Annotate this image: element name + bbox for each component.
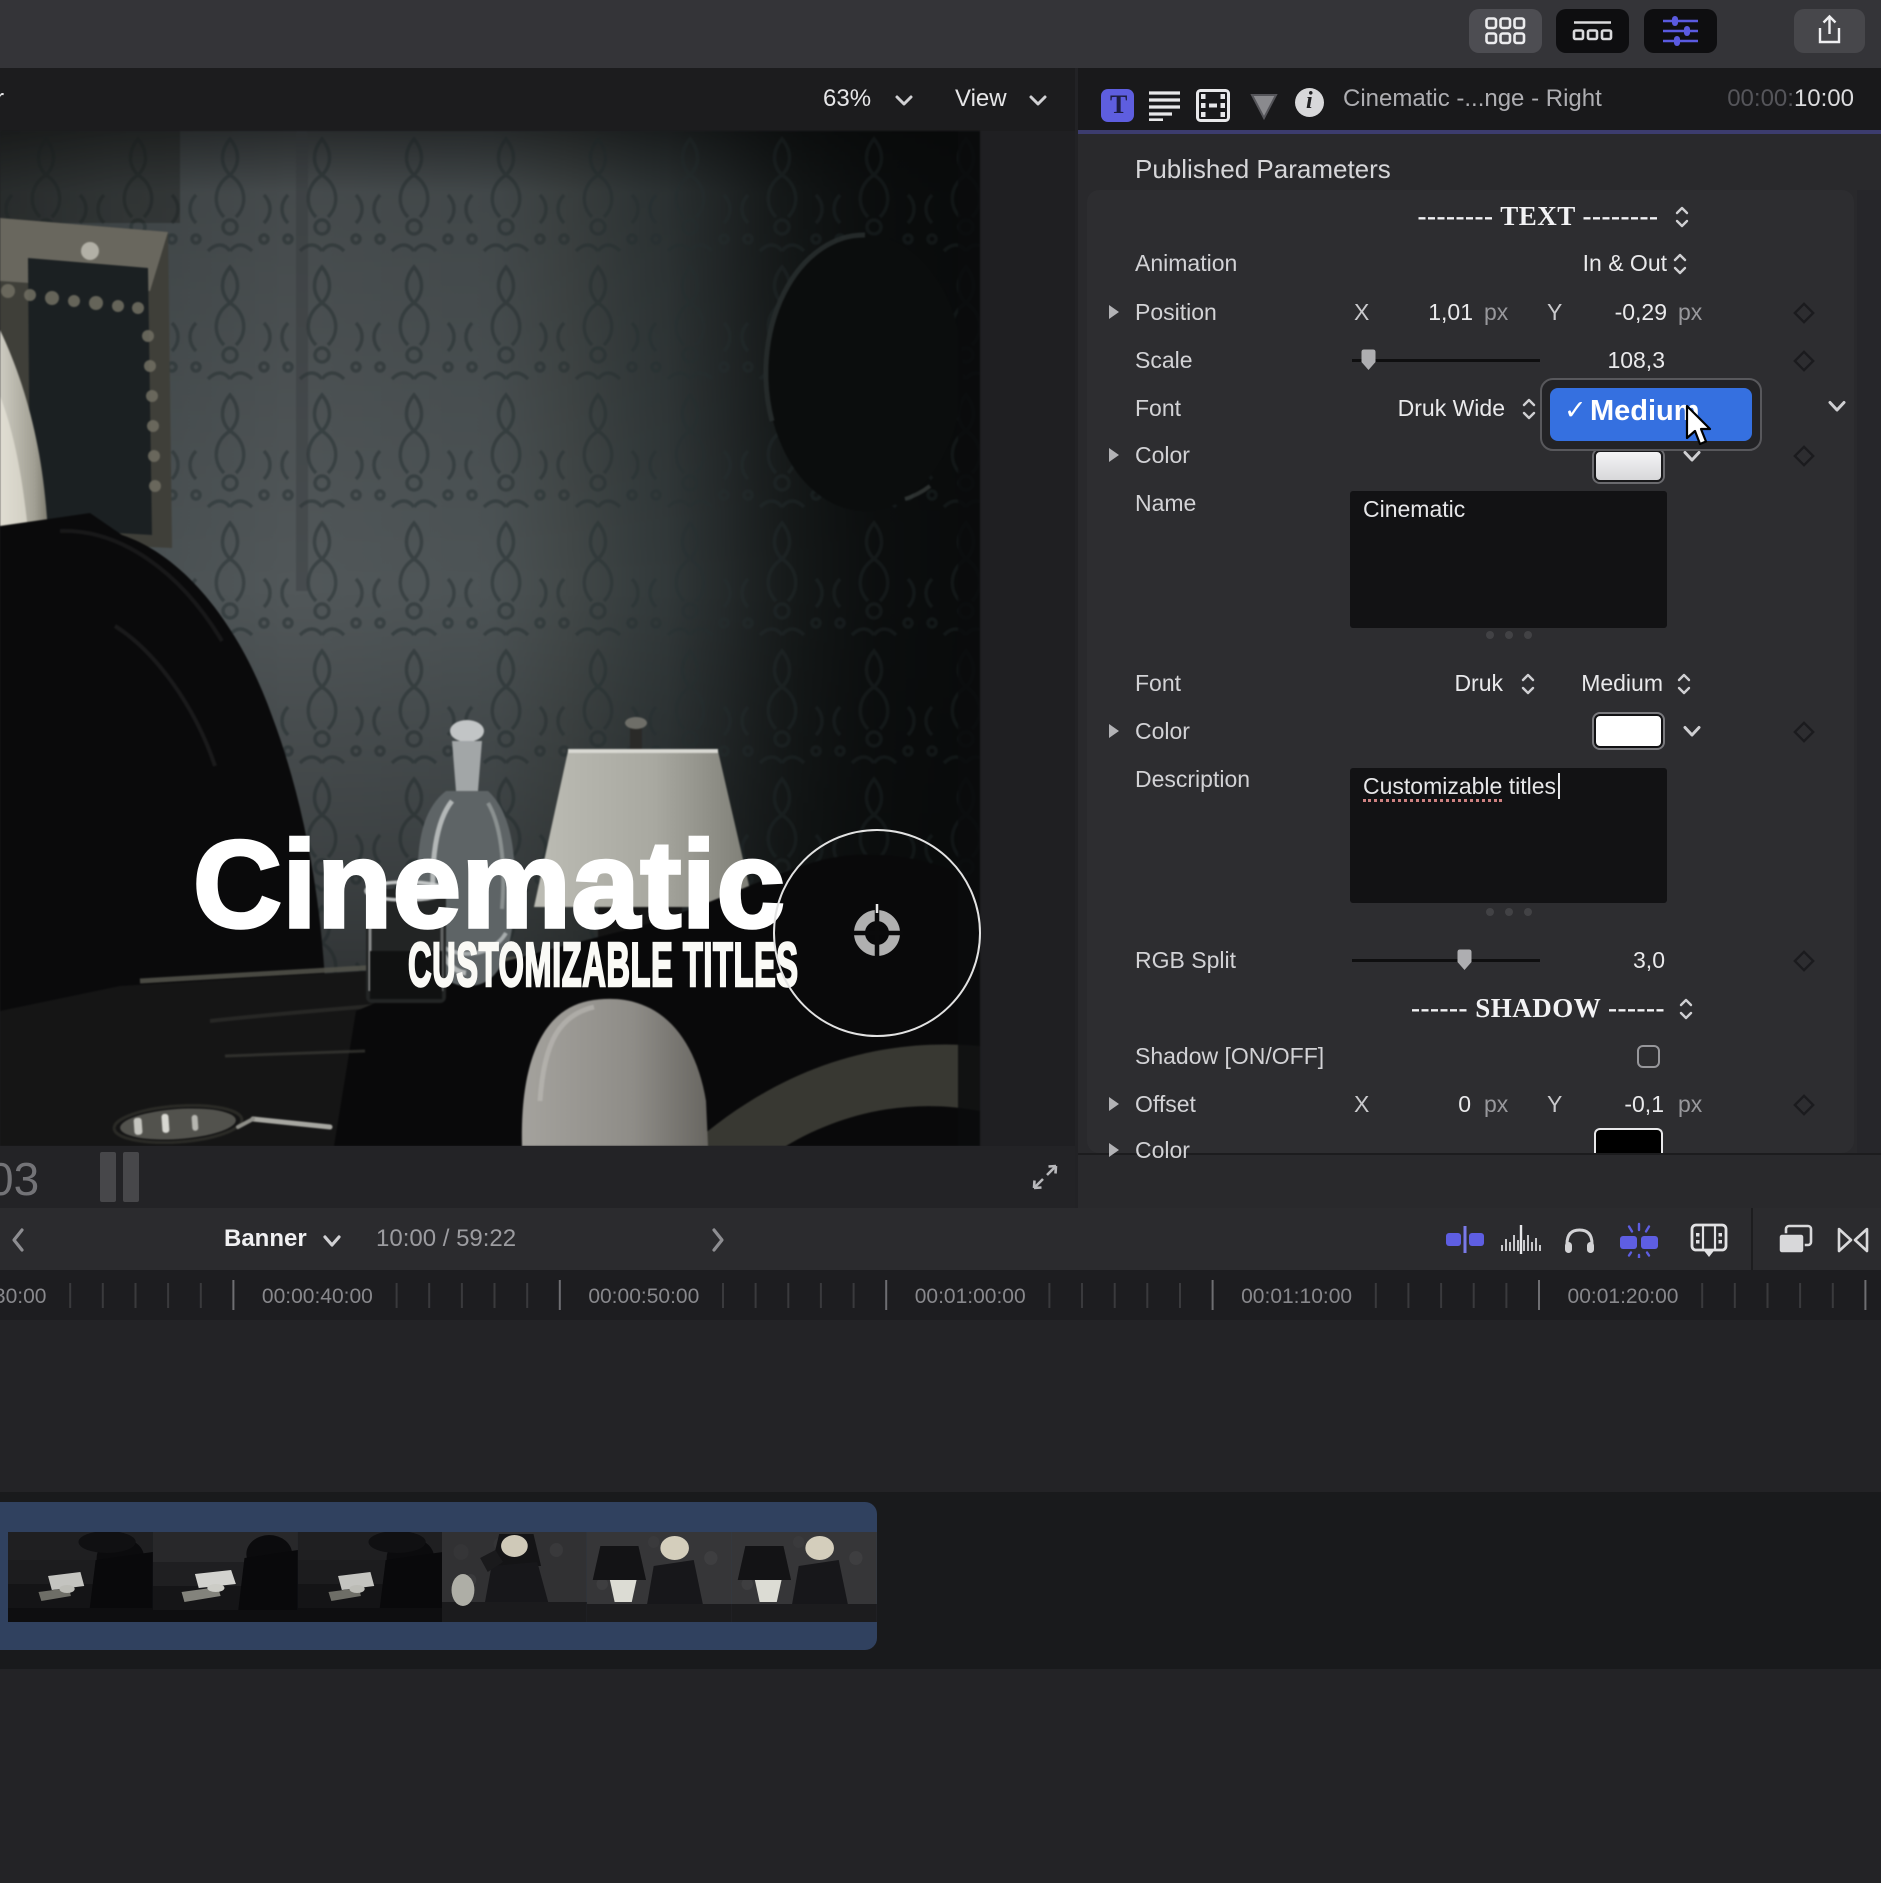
svg-text:00:01:10:00: 00:01:10:00 <box>1241 1285 1352 1308</box>
svg-text:00:00:50:00: 00:00:50:00 <box>588 1285 699 1308</box>
svg-text:00:01:20:00: 00:01:20:00 <box>1568 1285 1679 1308</box>
svg-text:00:00:40:00: 00:00:40:00 <box>262 1285 373 1308</box>
svg-text:00:01:00:00: 00:01:00:00 <box>915 1285 1026 1308</box>
svg-text:00:00:30:00: 00:00:30:00 <box>0 1285 46 1308</box>
